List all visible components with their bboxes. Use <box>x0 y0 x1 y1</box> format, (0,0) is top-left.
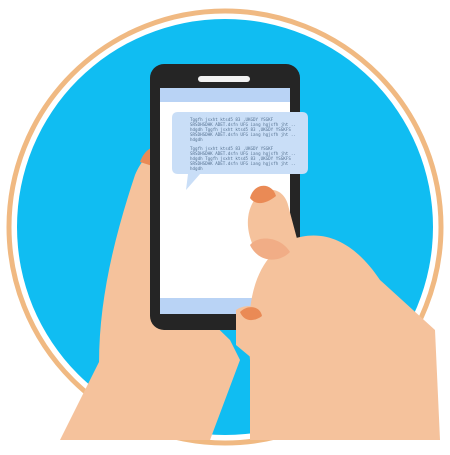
phone-chat-illustration: Tggfh jsxht ktsd5 83 ,UKGDY YSGKF SRSDHS… <box>6 8 444 446</box>
message-line: hdgdh <box>190 137 203 142</box>
screen-top-bar <box>160 88 290 102</box>
message-line: hdgdh <box>190 166 203 171</box>
message-line: SRSDHSDHK ADET.dsfn UFG iang hgjsfh jht … <box>190 132 296 137</box>
phone-speaker <box>198 76 250 82</box>
message-line: SRSDHSDHK ADET.dsfn UFG iang hgjsfh jht … <box>190 161 296 166</box>
